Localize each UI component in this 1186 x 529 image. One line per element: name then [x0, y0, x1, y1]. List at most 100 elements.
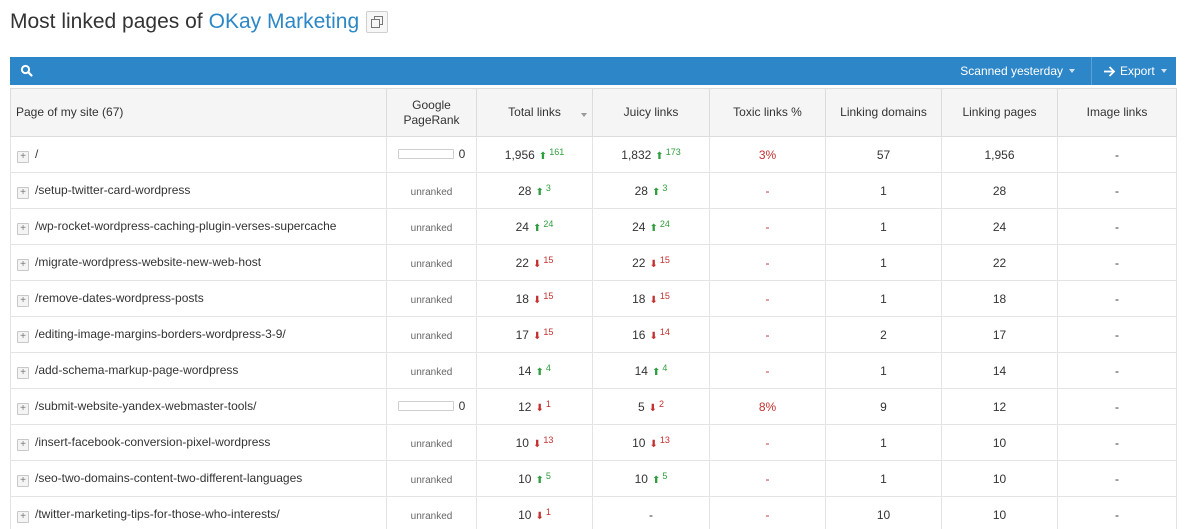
toxic-cell: - — [709, 316, 826, 353]
pagerank-cell: unranked — [386, 424, 477, 461]
site-name-link[interactable]: OKay Marketing — [209, 10, 360, 34]
column-image-links-label: Image links — [1086, 105, 1148, 119]
page-cell: + / — [10, 136, 387, 173]
column-page-header[interactable]: Page of my site (67) — [10, 88, 387, 137]
total-value: 10 — [518, 508, 532, 522]
arrow-right-icon — [1104, 65, 1116, 77]
page-path-link[interactable]: /add-schema-markup-page-wordpress — [35, 363, 238, 377]
table-row[interactable]: + /setup-twitter-card-wordpress unranked 28… — [10, 172, 1177, 209]
juicy-value: 16 — [632, 328, 646, 342]
total-value: 10 — [518, 472, 532, 486]
table-row[interactable]: + /insert-facebook-conversion-pixel-wordp… — [10, 424, 1177, 461]
total-cell: 17 ⬇ 15 — [476, 316, 593, 353]
column-image-links-header[interactable]: Image links — [1057, 88, 1177, 137]
expand-plus-icon[interactable]: + — [17, 186, 29, 199]
juicy-value: 1,832 — [621, 148, 652, 162]
juicy-cell: - — [592, 496, 710, 529]
juicy-delta: 173 — [665, 147, 681, 157]
toxic-value: 3% — [758, 147, 777, 162]
page-path-link[interactable]: /twitter-marketing-tips-for-those-who-in… — [35, 507, 280, 521]
arrow-up-icon: ⬆ — [655, 151, 664, 162]
pages-cell: 12 — [941, 388, 1058, 425]
expand-plus-icon[interactable]: + — [17, 366, 29, 379]
total-delta: 15 — [543, 327, 554, 337]
search-icon[interactable] — [19, 63, 35, 79]
column-toxic-links-header[interactable]: Toxic links % — [709, 88, 826, 137]
arrow-up-icon: ⬆ — [649, 223, 658, 234]
column-juicy-links-label: Juicy links — [623, 105, 679, 119]
juicy-cell: 24 ⬆ 24 — [592, 208, 710, 245]
table-row[interactable]: + /migrate-wordpress-website-new-web-host… — [10, 244, 1177, 281]
arrow-down-icon: ⬇ — [649, 259, 658, 270]
page-path-link[interactable]: /submit-website-yandex-webmaster-tools/ — [35, 399, 256, 413]
arrow-down-icon: ⬇ — [535, 403, 544, 414]
table-row[interactable]: + /editing-image-margins-borders-wordpres… — [10, 316, 1177, 353]
page-title: Most linked pages of — [10, 10, 203, 33]
page-cell: + /twitter-marketing-tips-for-those-who-i… — [10, 496, 387, 529]
pages-value: 14 — [992, 363, 1007, 378]
total-delta: 15 — [543, 291, 554, 301]
domains-cell: 1 — [825, 208, 942, 245]
column-total-links-header[interactable]: Total links — [476, 88, 593, 137]
juicy-delta: 2 — [659, 399, 665, 409]
column-pagerank-header[interactable]: Google PageRank — [386, 88, 477, 137]
table-row[interactable]: + /add-schema-markup-page-wordpress unrank… — [10, 352, 1177, 389]
expand-plus-icon[interactable]: + — [17, 294, 29, 307]
domains-cell: 1 — [825, 244, 942, 281]
column-juicy-links-header[interactable]: Juicy links — [592, 88, 710, 137]
image-links-cell: - — [1057, 244, 1177, 281]
copy-icon[interactable] — [366, 11, 389, 33]
page-path-link[interactable]: /seo-two-domains-content-two-different-l… — [35, 471, 302, 485]
page-path-link[interactable]: /setup-twitter-card-wordpress — [35, 183, 190, 197]
arrow-up-icon: ⬆ — [532, 223, 542, 234]
linked-pages-table: Page of my site (67) Google PageRank Total… — [10, 88, 1177, 529]
page-path-link[interactable]: / — [35, 147, 38, 161]
pagerank-meter: 0 — [397, 147, 465, 161]
column-linking-pages-header[interactable]: Linking pages — [941, 88, 1058, 137]
table-row[interactable]: + /twitter-marketing-tips-for-those-who-i… — [10, 496, 1177, 529]
total-cell: 14 ⬆ 4 — [476, 352, 593, 389]
total-cell: 22 ⬇ 15 — [476, 244, 593, 281]
expand-plus-icon[interactable]: + — [17, 510, 29, 523]
table-row[interactable]: + /remove-dates-wordpress-posts unranked 18… — [10, 280, 1177, 317]
image-links-value: - — [1115, 399, 1119, 414]
export-button[interactable]: Export — [1091, 57, 1176, 85]
expand-plus-icon[interactable]: + — [17, 150, 29, 163]
domains-value: 1 — [880, 471, 887, 486]
domains-value: 9 — [880, 399, 887, 414]
toxic-value: - — [765, 435, 770, 450]
page-path-link[interactable]: /insert-facebook-conversion-pixel-wordpr… — [35, 435, 270, 449]
pagerank-status: unranked — [410, 510, 453, 522]
expand-plus-icon[interactable]: + — [17, 402, 29, 415]
column-total-links-label: Total links — [508, 105, 561, 119]
domains-value: 1 — [880, 183, 887, 198]
table-row[interactable]: +/0 1,956 ⬆ 161 1,832 ⬆ 173 3% 57 1,956- — [10, 136, 1177, 173]
expand-plus-icon[interactable]: + — [17, 258, 29, 271]
table-row[interactable]: + /submit-website-yandex-webmaster-tools/… — [10, 388, 1177, 425]
expand-plus-icon[interactable]: + — [17, 222, 29, 235]
page-cell: + /submit-website-yandex-webmaster-tools/ — [10, 388, 387, 425]
toxic-cell: 8% — [709, 388, 826, 425]
pagerank-status: unranked — [410, 186, 453, 198]
expand-plus-icon[interactable]: + — [17, 474, 29, 487]
domains-cell: 2 — [825, 316, 942, 353]
total-cell: 10 ⬇ 13 — [476, 424, 593, 461]
expand-plus-icon[interactable]: + — [17, 330, 29, 343]
scan-date-dropdown[interactable]: Scanned yesterday — [952, 57, 1083, 85]
domains-cell: 1 — [825, 352, 942, 389]
pages-value: 12 — [992, 399, 1007, 414]
page-cell: + /remove-dates-wordpress-posts — [10, 280, 387, 317]
image-links-value: - — [1115, 183, 1119, 198]
page-path-link[interactable]: /wp-rocket-wordpress-caching-plugin-vers… — [35, 219, 336, 233]
pages-value: 24 — [992, 219, 1007, 234]
expand-plus-icon[interactable]: + — [17, 438, 29, 451]
column-linking-domains-header[interactable]: Linking domains — [825, 88, 942, 137]
page-path-link[interactable]: /remove-dates-wordpress-posts — [35, 291, 204, 305]
pagerank-cell: unranked — [386, 172, 477, 209]
table-row[interactable]: + /seo-two-domains-content-two-different-… — [10, 460, 1177, 497]
page-path-link[interactable]: /migrate-wordpress-website-new-web-host — [35, 255, 261, 269]
pages-cell: 14 — [941, 352, 1058, 389]
page-path-link[interactable]: /editing-image-margins-borders-wordpress… — [35, 327, 286, 341]
table-row[interactable]: + /wp-rocket-wordpress-caching-plugin-ver… — [10, 208, 1177, 245]
juicy-cell: 5 ⬇ 2 — [592, 388, 710, 425]
